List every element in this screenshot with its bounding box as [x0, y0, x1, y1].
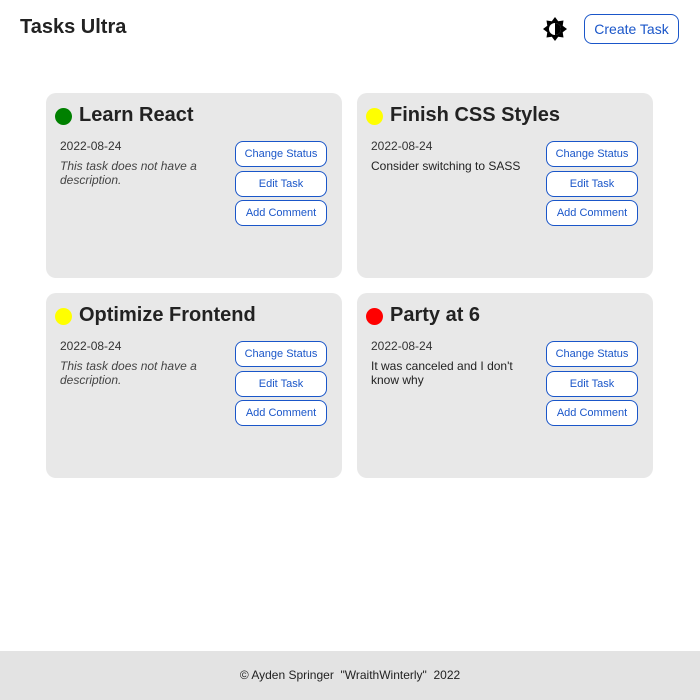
footer-copyright: © Ayden Springer "WraithWinterly" 2022: [239, 668, 461, 682]
app-root: Tasks Ultra Create Task Learn React 2022…: [0, 0, 700, 700]
task-description: Consider switching to SASS: [371, 159, 521, 173]
status-indicator: [366, 108, 383, 125]
edit-task-button[interactable]: Edit Task: [235, 371, 327, 397]
edit-task-button[interactable]: Edit Task: [235, 171, 327, 197]
task-date: 2022-08-24: [60, 339, 122, 353]
app-header: Tasks Ultra Create Task: [0, 0, 700, 58]
change-status-button[interactable]: Change Status: [235, 141, 327, 167]
task-date: 2022-08-24: [371, 139, 433, 153]
change-status-button[interactable]: Change Status: [546, 341, 638, 367]
task-description: It was canceled and I don't know why: [371, 359, 513, 387]
task-title: Learn React: [79, 104, 194, 126]
change-status-button[interactable]: Change Status: [235, 341, 327, 367]
app-title: Tasks Ultra: [20, 16, 127, 38]
task-title: Finish CSS Styles: [390, 104, 561, 126]
task-date: 2022-08-24: [371, 339, 433, 353]
task-card: Optimize Frontend 2022-08-24 This task d…: [46, 293, 342, 478]
task-date: 2022-08-24: [60, 139, 122, 153]
create-task-button[interactable]: Create Task: [584, 14, 679, 44]
task-title: Party at 6: [390, 304, 481, 326]
theme-toggle-button[interactable]: [542, 16, 568, 42]
task-card: Learn React 2022-08-24 This task does no…: [46, 93, 342, 278]
add-comment-button[interactable]: Add Comment: [546, 200, 638, 226]
change-status-button[interactable]: Change Status: [546, 141, 638, 167]
task-card: Party at 6 2022-08-24 It was canceled an…: [357, 293, 653, 478]
app-footer: © Ayden Springer "WraithWinterly" 2022: [0, 651, 700, 700]
edit-task-button[interactable]: Edit Task: [546, 371, 638, 397]
status-indicator: [366, 308, 383, 325]
brightness-icon: [543, 17, 567, 41]
status-indicator: [55, 108, 72, 125]
add-comment-button[interactable]: Add Comment: [235, 200, 327, 226]
task-title: Optimize Frontend: [79, 304, 256, 326]
add-comment-button[interactable]: Add Comment: [235, 400, 327, 426]
status-indicator: [55, 308, 72, 325]
add-comment-button[interactable]: Add Comment: [546, 400, 638, 426]
edit-task-button[interactable]: Edit Task: [546, 171, 638, 197]
task-card: Finish CSS Styles 2022-08-24 Consider sw…: [357, 93, 653, 278]
task-description: This task does not have a description.: [60, 159, 197, 187]
task-description: This task does not have a description.: [60, 359, 197, 387]
